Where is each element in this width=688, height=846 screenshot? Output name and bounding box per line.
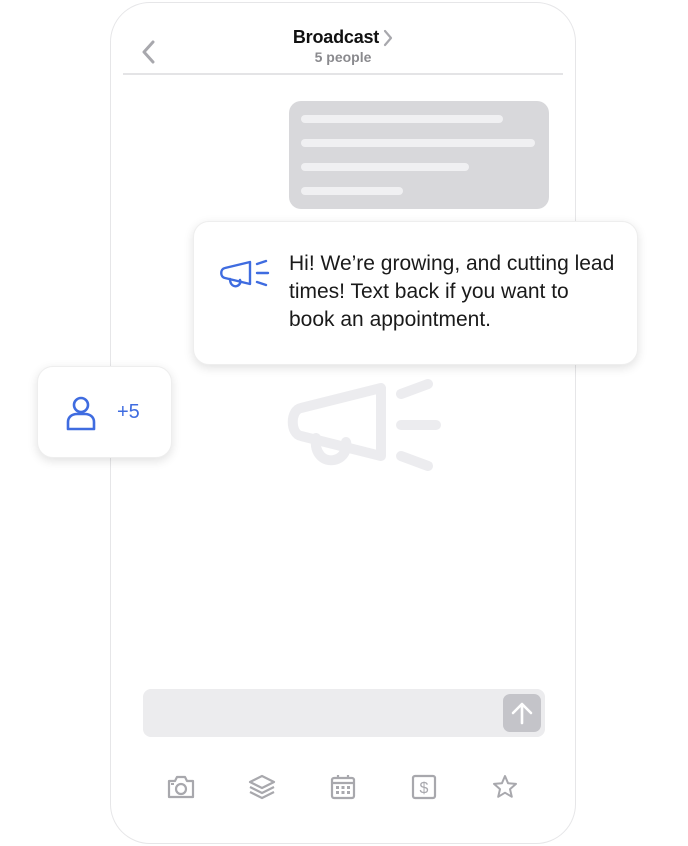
placeholder-line [301, 139, 535, 147]
send-button[interactable] [503, 694, 541, 732]
megaphone-icon [220, 259, 270, 288]
placeholder-line [301, 115, 503, 123]
recipient-count-badge: +5 [117, 401, 140, 423]
payment-button[interactable]: $ [406, 769, 442, 805]
chevron-right-icon [384, 29, 393, 46]
recipient-count-subtitle: 5 people [314, 49, 372, 65]
star-icon [493, 775, 517, 798]
composer-toolbar: $ [163, 769, 523, 805]
conversation-header: Broadcast 5 people [123, 3, 563, 75]
placeholder-line [301, 163, 469, 171]
camera-icon [167, 775, 195, 799]
page-title: Broadcast [292, 27, 380, 47]
dollar-icon: $ [411, 774, 437, 800]
conversation-title-button[interactable]: Broadcast [293, 27, 393, 48]
broadcast-message-card: Hi! We’re growing, and cutting lead time… [193, 221, 638, 365]
favorite-button[interactable] [487, 769, 523, 805]
camera-button[interactable] [163, 769, 199, 805]
broadcast-message-text: Hi! We’re growing, and cutting lead time… [289, 252, 615, 331]
placeholder-line [301, 187, 403, 195]
recipients-badge[interactable]: +5 [37, 366, 172, 458]
megaphone-watermark-icon [287, 379, 441, 471]
layers-icon [248, 774, 276, 800]
calendar-icon [330, 775, 356, 800]
message-composer-input[interactable] [143, 689, 545, 737]
placeholder-message-bubble [289, 101, 549, 209]
svg-text:$: $ [420, 780, 429, 797]
calendar-button[interactable] [325, 769, 361, 805]
phone-frame: Broadcast 5 people $ [110, 2, 576, 844]
layers-button[interactable] [244, 769, 280, 805]
arrow-up-icon [511, 702, 533, 725]
person-icon [66, 396, 96, 431]
